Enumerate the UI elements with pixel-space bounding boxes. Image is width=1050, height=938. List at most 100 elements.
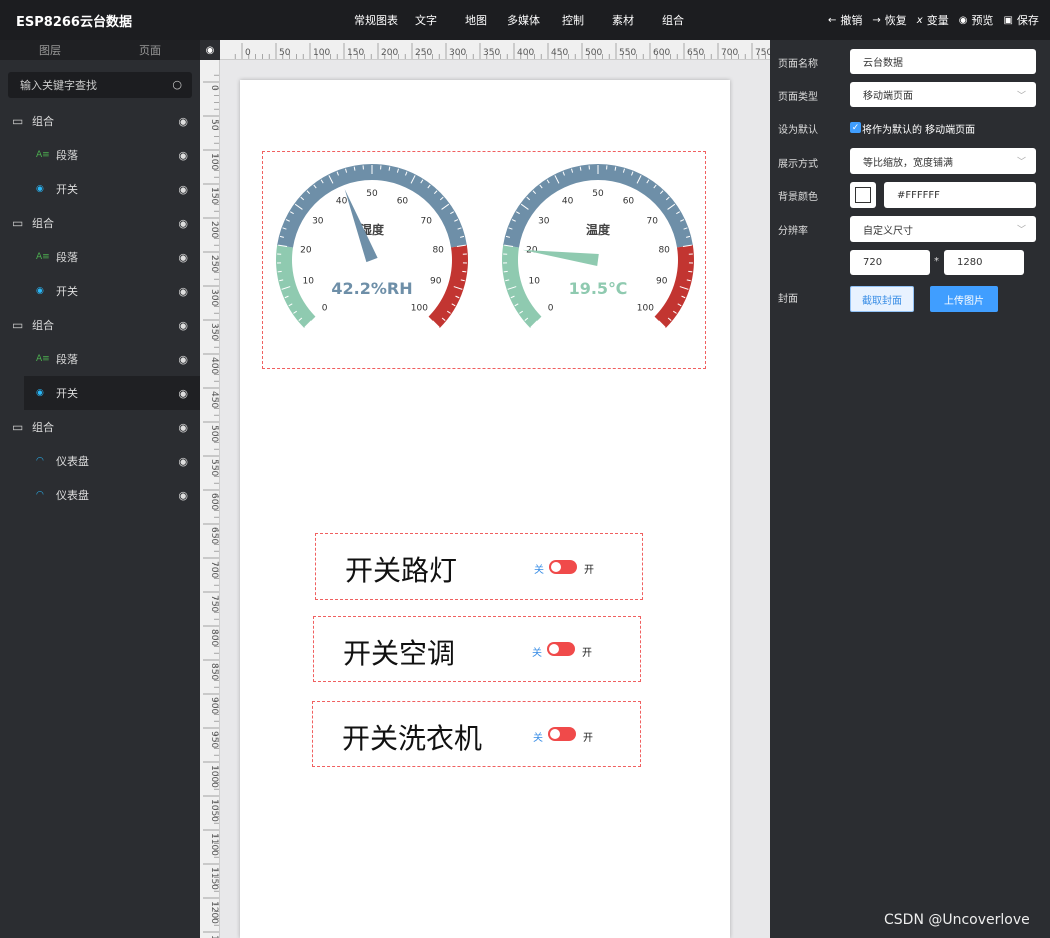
switch-off-label: 关: [532, 648, 542, 659]
nav-assets[interactable]: 素材: [612, 12, 634, 28]
bg-color-swatch[interactable]: [850, 182, 876, 208]
layer-label: 开关: [56, 183, 78, 196]
page-name-input[interactable]: 云台数据: [850, 49, 1036, 74]
top-nav: 常规图表 文字 地图 多媒体 控制 素材 组合: [354, 0, 684, 40]
gauge-group[interactable]: 0102030405060708090100湿度42.2%RH010203040…: [262, 151, 706, 369]
gauge-tick-label: 0: [322, 303, 328, 313]
layer-group[interactable]: ▭ 组合 ◉: [0, 308, 200, 342]
ruler-label: 950: [209, 731, 219, 748]
display-mode-select[interactable]: 等比缩放，宽度铺满 ﹀: [850, 148, 1036, 174]
layer-switch[interactable]: ◉ 开关 ◉: [0, 274, 200, 308]
gauge-tick-label: 50: [366, 189, 378, 199]
preview-button[interactable]: ◉ 预览: [959, 12, 994, 28]
layer-paragraph[interactable]: A≡ 段落 ◉: [0, 240, 200, 274]
gauge-tick-label: 40: [562, 196, 574, 206]
visibility-eye-icon[interactable]: ◉: [178, 251, 188, 264]
ruler-label: 1050: [209, 799, 219, 822]
visibility-eye-icon[interactable]: ◉: [178, 149, 188, 162]
layer-label: 段落: [56, 353, 78, 366]
switch-icon: ◉: [36, 388, 44, 398]
undo-button[interactable]: ← 撤销: [828, 12, 862, 28]
ruler-label: 150: [209, 187, 219, 204]
redo-label: 恢复: [884, 14, 907, 27]
variables-button[interactable]: x 变量: [917, 12, 949, 28]
layer-switch[interactable]: ◉ 开关 ◉: [0, 172, 200, 206]
nav-group[interactable]: 组合: [662, 12, 684, 28]
gauge-tick-label: 80: [432, 246, 444, 256]
page-type-select[interactable]: 移动端页面 ﹀: [850, 82, 1036, 107]
mobile-page[interactable]: 0102030405060708090100湿度42.2%RH010203040…: [240, 80, 730, 938]
bg-color-label: 背景颜色: [778, 192, 818, 203]
variable-icon: x: [916, 14, 923, 26]
chevron-down-icon: ﹀: [1016, 157, 1026, 168]
search-input[interactable]: 输入关键字查找 ○: [8, 72, 192, 98]
gauge-tick-label: 0: [548, 303, 554, 313]
layer-gauge[interactable]: ◠ 仪表盘 ◉: [0, 478, 200, 512]
default-label: 设为默认: [778, 125, 818, 136]
nav-map[interactable]: 地图: [465, 12, 487, 28]
page-type-value: 移动端页面: [863, 91, 913, 102]
gauge-tick-label: 100: [411, 303, 428, 313]
gauge-value: 42.2%RH: [331, 279, 412, 298]
tab-layers[interactable]: 图层: [0, 40, 100, 60]
design-canvas[interactable]: 0 50 100 150 200 250 300 350 400 450 500 550 600 650 7…: [200, 40, 770, 938]
nav-text[interactable]: 文字: [415, 12, 437, 28]
ruler-label: 1100: [209, 833, 219, 856]
chevron-down-icon: ﹀: [1016, 225, 1026, 236]
layer-paragraph[interactable]: A≡ 段落 ◉: [0, 138, 200, 172]
gauge-value: 19.5℃: [569, 279, 628, 298]
undo-label: 撤销: [840, 14, 863, 27]
layer-paragraph[interactable]: A≡ 段落 ◉: [0, 342, 200, 376]
gauge-tick-label: 80: [658, 246, 670, 256]
nav-charts[interactable]: 常规图表: [354, 12, 398, 28]
layer-gauge[interactable]: ◠ 仪表盘 ◉: [0, 444, 200, 478]
ruler-label: 1000: [209, 765, 219, 788]
visibility-eye-icon[interactable]: ◉: [178, 387, 188, 400]
ruler-label: 250: [209, 255, 219, 272]
resolution-width-input[interactable]: 720: [850, 250, 930, 275]
layer-label: 开关: [56, 387, 78, 400]
save-button[interactable]: ▣ 保存: [1003, 12, 1038, 28]
visibility-eye-icon[interactable]: ◉: [178, 319, 188, 332]
ruler-label: 700: [209, 561, 219, 578]
layer-group[interactable]: ▭ 组合 ◉: [0, 410, 200, 444]
visibility-eye-icon[interactable]: ◉: [178, 217, 188, 230]
switch-group-1[interactable]: 开关路灯 关 开: [315, 533, 643, 600]
switch-group-2[interactable]: 开关空调 关 开: [313, 616, 641, 682]
tab-pages[interactable]: 页面: [100, 40, 200, 60]
visibility-eye-icon[interactable]: ◉: [178, 489, 188, 502]
visibility-eye-icon[interactable]: ◉: [178, 183, 188, 196]
gauge-tick-label: 70: [420, 217, 432, 227]
gauge-needle: [522, 249, 599, 266]
gauge-tick: [462, 270, 467, 273]
visibility-eye-icon[interactable]: ◉: [178, 421, 188, 434]
layer-group[interactable]: ▭ 组合 ◉: [0, 206, 200, 240]
resolution-height-input[interactable]: 1280: [944, 250, 1024, 275]
toggle-street-light[interactable]: [549, 560, 577, 574]
folder-icon: ▭: [12, 420, 24, 434]
ruler-visibility-eye-icon[interactable]: ◉: [200, 40, 220, 60]
layer-group[interactable]: ▭ 组合 ◉: [0, 104, 200, 138]
resolution-mode-select[interactable]: 自定义尺寸 ﹀: [850, 216, 1036, 242]
search-placeholder: 输入关键字查找: [20, 79, 97, 92]
visibility-eye-icon[interactable]: ◉: [178, 285, 188, 298]
default-checkbox[interactable]: ✓: [850, 122, 861, 133]
switch-icon: ◉: [36, 286, 44, 296]
visibility-eye-icon[interactable]: ◉: [178, 455, 188, 468]
layer-switch[interactable]: ◉ 开关 ◉: [24, 376, 200, 410]
ruler-label: 700: [721, 48, 738, 58]
ruler-label: 100: [209, 153, 219, 170]
toggle-air-conditioner[interactable]: [547, 642, 575, 656]
visibility-eye-icon[interactable]: ◉: [178, 353, 188, 366]
visibility-eye-icon[interactable]: ◉: [178, 115, 188, 128]
nav-control[interactable]: 控制: [562, 12, 584, 28]
switch-off-label: 关: [534, 565, 544, 576]
upload-image-button[interactable]: 上传图片: [930, 286, 998, 312]
switch-group-3[interactable]: 开关洗衣机 关 开: [312, 701, 641, 767]
bg-color-input[interactable]: #FFFFFF: [884, 182, 1036, 208]
display-mode-label: 展示方式: [778, 159, 818, 170]
capture-cover-button[interactable]: 截取封面: [850, 286, 914, 312]
nav-media[interactable]: 多媒体: [507, 12, 540, 28]
toggle-washing-machine[interactable]: [548, 727, 576, 741]
redo-button[interactable]: → 恢复: [872, 12, 906, 28]
